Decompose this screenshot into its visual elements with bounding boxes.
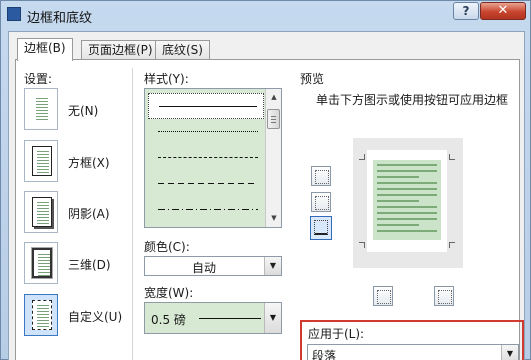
style-item-dotted[interactable] xyxy=(148,119,264,145)
close-button[interactable]: ✕ xyxy=(480,2,526,20)
3d-border-icon xyxy=(31,247,53,279)
tab-shading[interactable]: 底纹(S) xyxy=(155,40,210,60)
width-value: 0.5 磅 xyxy=(151,313,186,327)
scroll-thumb[interactable] xyxy=(267,109,280,129)
dialog-client-area: 边框(B) 页面边框(P) 底纹(S) 设置: 无(N) 方框(X) 阴影(A)… xyxy=(8,31,525,360)
width-combobox[interactable]: 0.5 磅 ▼ xyxy=(144,302,282,334)
top-border-button[interactable] xyxy=(311,166,331,186)
chevron-down-icon[interactable]: ▼ xyxy=(264,303,281,333)
left-border-button[interactable] xyxy=(373,286,393,306)
preview-page xyxy=(359,150,455,252)
preview-label: 预览 xyxy=(300,72,325,86)
apply-to-combobox[interactable]: 段落 ▼ xyxy=(307,344,519,360)
shadow-border-icon xyxy=(32,197,52,227)
style-list-scrollbar[interactable]: ▲ ▼ xyxy=(265,89,281,227)
color-combobox[interactable]: 自动 ▼ xyxy=(144,256,282,276)
setting-shadow-thumb[interactable] xyxy=(24,191,58,233)
setting-custom-label[interactable]: 自定义(U) xyxy=(68,308,122,325)
borders-tab-panel: 设置: 无(N) 方框(X) 阴影(A) 三维(D) 自定义(U) 样式(Y):… xyxy=(15,59,524,360)
preview-instruction: 单击下方图示或使用按钮可应用边框 xyxy=(315,93,508,107)
title-bar[interactable]: 边框和底纹 ? ✕ xyxy=(1,1,530,29)
custom-border-icon xyxy=(32,300,52,330)
dialog-title: 边框和底纹 xyxy=(27,11,93,26)
none-border-icon xyxy=(32,94,52,124)
setting-3d-label[interactable]: 三维(D) xyxy=(68,256,111,273)
right-border-button[interactable] xyxy=(434,286,454,306)
style-item-dash-dot[interactable] xyxy=(148,197,264,223)
apply-to-highlight: 应用于(L): 段落 ▼ xyxy=(300,320,524,360)
scroll-down-icon[interactable]: ▼ xyxy=(267,211,281,225)
help-button[interactable]: ? xyxy=(453,2,479,20)
setting-box-label[interactable]: 方框(X) xyxy=(68,154,110,171)
width-label: 宽度(W): xyxy=(144,286,194,300)
style-item-solid[interactable] xyxy=(148,93,264,119)
color-label: 颜色(C): xyxy=(144,240,190,254)
box-border-icon xyxy=(32,146,52,176)
apply-to-label: 应用于(L): xyxy=(308,327,365,341)
setting-none-label[interactable]: 无(N) xyxy=(68,102,98,119)
scroll-up-icon[interactable]: ▲ xyxy=(267,90,281,104)
setting-none-thumb[interactable] xyxy=(24,88,58,130)
style-item-dash-large[interactable] xyxy=(148,171,264,197)
tab-page-border[interactable]: 页面边框(P) xyxy=(81,40,160,60)
chevron-down-icon[interactable]: ▼ xyxy=(501,345,518,360)
style-item-dash-small[interactable] xyxy=(148,145,264,171)
column-divider xyxy=(132,68,133,360)
color-value: 自动 xyxy=(191,261,216,275)
setting-3d-thumb[interactable] xyxy=(24,242,58,284)
inside-horizontal-border-button[interactable] xyxy=(311,192,331,212)
preview-area[interactable] xyxy=(353,138,463,268)
width-sample-line xyxy=(199,318,261,319)
preview-text-block xyxy=(373,160,441,240)
setting-box-thumb[interactable] xyxy=(24,140,58,182)
settings-label: 设置: xyxy=(24,72,53,86)
chevron-down-icon[interactable]: ▼ xyxy=(264,257,281,275)
setting-custom-thumb[interactable] xyxy=(24,294,58,336)
bottom-border-button[interactable] xyxy=(310,216,332,240)
setting-shadow-label[interactable]: 阴影(A) xyxy=(68,205,110,222)
style-listbox[interactable]: ▲ ▼ xyxy=(144,88,282,228)
style-label: 样式(Y): xyxy=(144,72,189,86)
word-app-icon xyxy=(7,7,21,21)
tab-borders[interactable]: 边框(B) xyxy=(17,38,73,61)
borders-shading-dialog: 边框和底纹 ? ✕ 边框(B) 页面边框(P) 底纹(S) 设置: 无(N) 方… xyxy=(0,0,531,360)
apply-to-value: 段落 xyxy=(312,349,337,360)
